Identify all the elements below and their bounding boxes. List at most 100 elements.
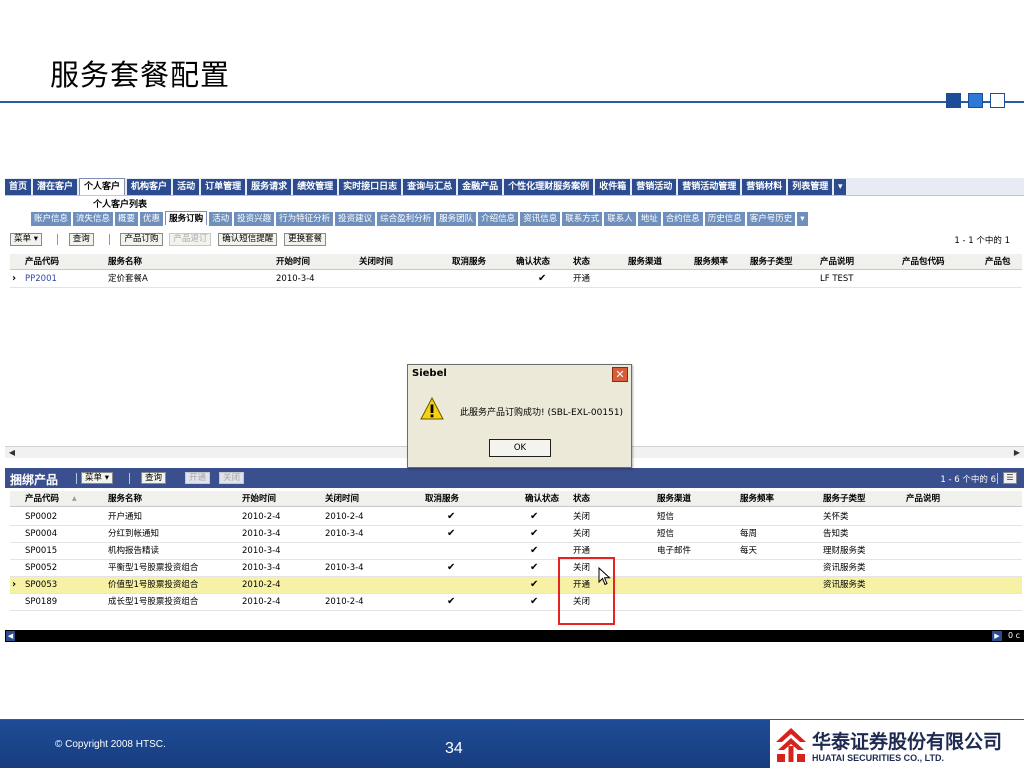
- scroll-right-icon[interactable]: ▶: [1012, 448, 1022, 458]
- column-header[interactable]: 服务子类型: [750, 254, 793, 270]
- subtab-1[interactable]: 流失信息: [73, 212, 114, 226]
- column-header[interactable]: 取消服务: [425, 491, 459, 507]
- tab-6[interactable]: 服务请求: [247, 179, 292, 195]
- cell-code: SP0189: [25, 597, 58, 607]
- tab-3[interactable]: 机构客户: [127, 179, 172, 195]
- column-header[interactable]: 关闭时间: [359, 254, 393, 270]
- tab-12[interactable]: 收件箱: [595, 179, 631, 195]
- confirm-sms-button[interactable]: 确认短信提醒: [218, 233, 278, 246]
- subtab-4[interactable]: 服务订购: [165, 211, 208, 225]
- record-count: 1 - 1 个中的 1: [954, 236, 1010, 246]
- toolbar-separator: [108, 234, 110, 245]
- tab-11[interactable]: 个性化理财服务案例: [504, 179, 594, 195]
- subtab-5[interactable]: 活动: [209, 212, 233, 226]
- row-indicator-icon: ›: [12, 273, 17, 284]
- close-icon[interactable]: ✕: [612, 367, 628, 382]
- column-header[interactable]: 关闭时间: [325, 491, 359, 507]
- column-header[interactable]: 开始时间: [276, 254, 310, 270]
- cell-code: SP0052: [25, 563, 58, 573]
- tab-16[interactable]: 列表管理: [788, 179, 833, 195]
- tab-4[interactable]: 活动: [173, 179, 200, 195]
- column-header[interactable]: 开始时间: [242, 491, 276, 507]
- subtab-11[interactable]: 介绍信息: [478, 212, 519, 226]
- scroll-right-icon[interactable]: ▶: [992, 631, 1002, 641]
- column-header[interactable]: 产品包: [985, 254, 1011, 270]
- column-header[interactable]: 服务渠道: [628, 254, 662, 270]
- deco-square-light: [990, 93, 1005, 108]
- query-button[interactable]: 查询: [68, 233, 94, 246]
- tab-7[interactable]: 绩效管理: [293, 179, 338, 195]
- subtab-10[interactable]: 服务团队: [436, 212, 477, 226]
- tab-1[interactable]: 潜在客户: [33, 179, 78, 195]
- cell-start: 2010-3-4: [242, 563, 281, 573]
- table-row[interactable]: › PP2001 定价套餐A 2010-3-4 ✔ 开通 LF TEST: [10, 271, 1022, 288]
- tab-2[interactable]: 个人客户: [79, 178, 126, 195]
- sort-ascending-icon[interactable]: ▲: [72, 491, 77, 507]
- cell-code: SP0002: [25, 512, 58, 522]
- tab-15[interactable]: 营销材料: [742, 179, 787, 195]
- tab-10[interactable]: 金融产品: [458, 179, 503, 195]
- scroll-left-icon[interactable]: ◀: [6, 631, 15, 641]
- subtab-14[interactable]: 联系人: [604, 212, 636, 226]
- subtab-9[interactable]: 综合盈利分析: [377, 212, 435, 226]
- subtab-0[interactable]: 账户信息: [31, 212, 72, 226]
- subtab-7[interactable]: 行为特征分析: [276, 212, 334, 226]
- subtab-3[interactable]: 优惠: [140, 212, 164, 226]
- ok-button[interactable]: OK: [489, 439, 551, 457]
- subtab-13[interactable]: 联系方式: [562, 212, 603, 226]
- subtab-12[interactable]: 资讯信息: [520, 212, 561, 226]
- tab-13[interactable]: 营销活动: [632, 179, 677, 195]
- column-header[interactable]: 服务频率: [740, 491, 774, 507]
- tab-8[interactable]: 实时接口日志: [339, 179, 402, 195]
- tab-5[interactable]: 订单管理: [201, 179, 246, 195]
- subtab-16[interactable]: 合约信息: [662, 212, 703, 226]
- column-header[interactable]: 服务名称: [108, 254, 142, 270]
- column-header[interactable]: 确认状态: [525, 491, 559, 507]
- order-product-button[interactable]: 产品订购: [120, 233, 163, 246]
- subtab-6[interactable]: 投资兴趣: [234, 212, 275, 226]
- column-header[interactable]: 服务子类型: [823, 491, 866, 507]
- applet-options-icon[interactable]: ☰: [1003, 472, 1017, 484]
- column-header[interactable]: 服务频率: [694, 254, 728, 270]
- cell-code[interactable]: PP2001: [25, 271, 57, 287]
- logo-en-text: HUATAI SECURITIES CO., LTD.: [812, 753, 944, 763]
- change-package-button[interactable]: 更换套餐: [284, 233, 327, 246]
- subtab-8[interactable]: 投资建议: [335, 212, 376, 226]
- column-header[interactable]: 状态: [573, 491, 590, 507]
- column-header[interactable]: 状态: [573, 254, 590, 270]
- scroll-left-icon[interactable]: ◀: [7, 448, 17, 458]
- column-header[interactable]: 产品说明: [906, 491, 940, 507]
- column-header[interactable]: 服务渠道: [657, 491, 691, 507]
- applet2-query-button[interactable]: 查询: [141, 472, 167, 484]
- applet2-grid-header: 产品代码 服务名称 开始时间 关闭时间 取消服务 确认状态 状态 服务渠道 服务频率 服务子类型 产…: [10, 491, 1022, 507]
- tab-9[interactable]: 查询与汇总: [403, 179, 457, 195]
- cell-status: 关闭: [573, 512, 591, 522]
- column-header[interactable]: 确认状态: [516, 254, 550, 270]
- table-row[interactable]: SP0189 成长型1号股票投资组合 2010-2-4 2010-2-4 ✔ ✔ 关闭: [10, 594, 1022, 611]
- column-header[interactable]: 取消服务: [452, 254, 486, 270]
- table-row[interactable]: SP0015 机构报告精读 2010-3-4 ✔ 开通 电子邮件 每天 理财服务类: [10, 543, 1022, 560]
- tab-14[interactable]: 营销活动管理: [678, 179, 741, 195]
- subtab-2[interactable]: 概要: [115, 212, 139, 226]
- subtab-18[interactable]: 客户号历史: [746, 212, 796, 226]
- table-row[interactable]: SP0004 分红到帐通知 2010-3-4 2010-3-4 ✔ ✔ 关闭 短信 每周 告知类: [10, 526, 1022, 543]
- column-header[interactable]: 产品代码: [25, 254, 59, 270]
- column-header[interactable]: 产品说明: [820, 254, 854, 270]
- screen-title: 个人客户列表: [93, 200, 148, 210]
- column-header[interactable]: 服务名称: [108, 491, 142, 507]
- cell-subtype: 资讯服务类: [823, 580, 866, 590]
- menu-button[interactable]: 菜单 ▾: [10, 233, 42, 246]
- tab-0[interactable]: 首页: [5, 179, 32, 195]
- subtab-more-icon[interactable]: ▾: [797, 212, 808, 226]
- table-row[interactable]: SP0052 平衡型1号股票投资组合 2010-3-4 2010-3-4 ✔ ✔ 关闭 资讯服…: [10, 560, 1022, 577]
- column-header[interactable]: 产品代码: [25, 491, 59, 507]
- subtab-15[interactable]: 地址: [637, 212, 661, 226]
- cell-code: SP0004: [25, 529, 58, 539]
- tab-more-icon[interactable]: ▾: [834, 179, 847, 195]
- column-header[interactable]: 产品包代码: [902, 254, 945, 270]
- copyright: © Copyright 2008 HTSC.: [55, 739, 166, 750]
- subtab-17[interactable]: 历史信息: [704, 212, 745, 226]
- table-row[interactable]: SP0002 开户通知 2010-2-4 2010-2-4 ✔ ✔ 关闭 短信 关怀类: [10, 509, 1022, 526]
- applet2-menu-button[interactable]: 菜单 ▾: [81, 472, 113, 484]
- table-row[interactable]: › SP0053 价值型1号股票投资组合 2010-2-4 ✔ 开通 资讯服务类: [10, 577, 1022, 594]
